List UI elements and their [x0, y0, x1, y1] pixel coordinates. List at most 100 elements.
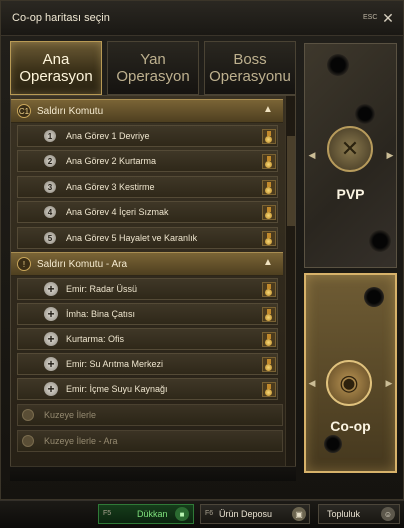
scrollbar-thumb[interactable] — [287, 136, 295, 226]
plus-icon: + — [44, 307, 58, 321]
mission-row[interactable]: 1 Ana Görev 1 Devriye — [17, 125, 278, 147]
list-scrollbar[interactable] — [285, 96, 295, 472]
chapter-badge-icon: C1 — [17, 104, 31, 118]
mission-number-icon: 4 — [44, 206, 56, 218]
shop-button[interactable]: F5 Dükkan ■ — [98, 504, 194, 524]
tab-main-operation[interactable]: Ana Operasyon — [10, 41, 102, 95]
window-title: Co-op haritası seçin — [12, 12, 110, 24]
pvp-mode-card[interactable]: ✕ ◀ ▶ PVP — [304, 43, 397, 268]
mission-label: Kurtarma: Ofis — [66, 334, 125, 344]
mission-number-icon: 3 — [44, 181, 56, 193]
medal-icon — [262, 307, 276, 322]
medal-icon — [262, 205, 276, 220]
depot-hotkey: F6 — [205, 510, 214, 517]
mission-row[interactable]: 4 Ana Görev 4 İçeri Sızmak — [17, 201, 278, 223]
mission-label: Emir: Radar Üssü — [66, 284, 138, 294]
locked-section-north-side: Kuzeye İlerle - Ara — [17, 430, 283, 452]
section-title: Saldırı Komutu — [37, 106, 104, 117]
coop-mode-label: Co-op — [330, 418, 371, 434]
mission-list-panel: C1 Saldırı Komutu ▲ 1 Ana Görev 1 Devriy… — [10, 95, 296, 473]
close-button[interactable]: ✕ — [379, 9, 397, 27]
section-header-assault-command[interactable]: C1 Saldırı Komutu ▲ — [11, 99, 283, 123]
bullet-hole-icon — [327, 54, 349, 76]
mission-row[interactable]: + Emir: Radar Üssü — [17, 278, 278, 300]
mission-row[interactable]: 5 Ana Görev 5 Hayalet ve Karanlık — [17, 227, 278, 249]
bullet-hole-icon — [355, 104, 375, 124]
mission-label: Ana Görev 2 Kurtarma — [66, 156, 157, 166]
locked-section-title: Kuzeye İlerle — [44, 410, 97, 420]
shop-cart-icon: ■ — [175, 507, 189, 521]
people-icon: ☺ — [381, 507, 395, 521]
plus-icon: + — [44, 382, 58, 396]
bullet-hole-icon — [364, 287, 384, 307]
bullet-hole-icon — [324, 435, 342, 453]
medal-icon — [262, 357, 276, 372]
plus-icon: + — [44, 282, 58, 296]
box-icon: ▣ — [292, 507, 306, 521]
esc-hint: ESC — [363, 14, 378, 21]
mission-row[interactable]: 3 Ana Görev 3 Kestirme — [17, 176, 278, 198]
mission-row[interactable]: + Kurtarma: Ofis — [17, 328, 278, 350]
tab-label-line1: Yan — [140, 51, 166, 68]
community-button[interactable]: Topluluk ☺ — [318, 504, 400, 524]
mission-label: İmha: Bina Çatısı — [66, 309, 136, 319]
mission-number-icon: 2 — [44, 155, 56, 167]
arrow-right-icon: ▶ — [385, 377, 393, 388]
tab-boss-operation[interactable]: Boss Operasyonu — [204, 41, 296, 95]
medal-icon — [262, 382, 276, 397]
section-header-assault-command-side[interactable]: ! Saldırı Komutu - Ara ▲ — [11, 252, 283, 276]
locked-badge-icon — [22, 409, 34, 421]
tab-label-line2: Operasyon — [116, 68, 190, 85]
coop-mode-card[interactable]: ◉ ◀ ▶ Co-op — [304, 273, 397, 473]
mission-label: Emir: İçme Suyu Kaynağı — [66, 384, 168, 394]
section-title: Saldırı Komutu - Ara — [37, 259, 128, 270]
collapse-chevron-icon[interactable]: ▲ — [263, 257, 273, 268]
mission-label: Ana Görev 3 Kestirme — [66, 182, 155, 192]
medal-icon — [262, 154, 276, 169]
title-bar: Co-op haritası seçin ESC ✕ — [1, 1, 403, 36]
mission-row[interactable]: + Emir: Su Arıtma Merkezi — [17, 353, 278, 375]
coop-map-select-window: Co-op haritası seçin ESC ✕ Ana Operasyon… — [0, 0, 404, 500]
globe-emblem-icon: ◉ — [326, 360, 372, 406]
collapse-chevron-icon[interactable]: ▲ — [263, 104, 273, 115]
plus-icon: + — [44, 357, 58, 371]
medal-icon — [262, 282, 276, 297]
item-depot-button[interactable]: F6 Ürün Deposu ▣ — [200, 504, 310, 524]
pvp-mode-label: PVP — [336, 186, 365, 202]
tab-label-line2: Operasyon — [19, 68, 93, 85]
crossed-rifles-emblem-icon: ✕ — [327, 126, 373, 172]
medal-icon — [262, 231, 276, 246]
tab-label-line1: Boss — [233, 51, 267, 68]
mission-row[interactable]: + Emir: İçme Suyu Kaynağı — [17, 378, 278, 400]
mission-label: Ana Görev 1 Devriye — [66, 131, 150, 141]
alert-badge-icon: ! — [17, 257, 31, 271]
mission-row[interactable]: + İmha: Bina Çatısı — [17, 303, 278, 325]
mission-label: Ana Görev 5 Hayalet ve Karanlık — [66, 233, 198, 243]
locked-section-north: Kuzeye İlerle — [17, 404, 283, 426]
mission-label: Emir: Su Arıtma Merkezi — [66, 359, 164, 369]
medal-icon — [262, 180, 276, 195]
bullet-hole-icon — [369, 230, 391, 252]
tab-label-line1: Ana — [42, 51, 70, 68]
shop-label: Dükkan — [137, 509, 168, 519]
plus-icon: + — [44, 332, 58, 346]
mission-row[interactable]: 2 Ana Görev 2 Kurtarma — [17, 150, 278, 172]
tab-label-line2: Operasyonu — [209, 68, 291, 85]
operation-tabs: Ana Operasyon Yan Operasyon Boss Operasy… — [10, 41, 296, 95]
panel-footer-trim — [10, 466, 296, 481]
locked-badge-icon — [22, 435, 34, 447]
arrow-right-icon: ▶ — [386, 149, 394, 160]
medal-icon — [262, 129, 276, 144]
tab-side-operation[interactable]: Yan Operasyon — [107, 41, 199, 95]
mission-number-icon: 5 — [44, 232, 56, 244]
bottom-bar: F5 Dükkan ■ F6 Ürün Deposu ▣ Topluluk ☺ — [0, 500, 404, 528]
medal-icon — [262, 332, 276, 347]
arrow-left-icon: ◀ — [308, 149, 316, 160]
community-label: Topluluk — [327, 509, 361, 519]
arrow-left-icon: ◀ — [308, 377, 316, 388]
mission-number-icon: 1 — [44, 130, 56, 142]
depot-label: Ürün Deposu — [219, 509, 273, 519]
mission-label: Ana Görev 4 İçeri Sızmak — [66, 207, 169, 217]
shop-hotkey: F5 — [103, 510, 112, 517]
locked-section-title: Kuzeye İlerle - Ara — [44, 436, 118, 446]
